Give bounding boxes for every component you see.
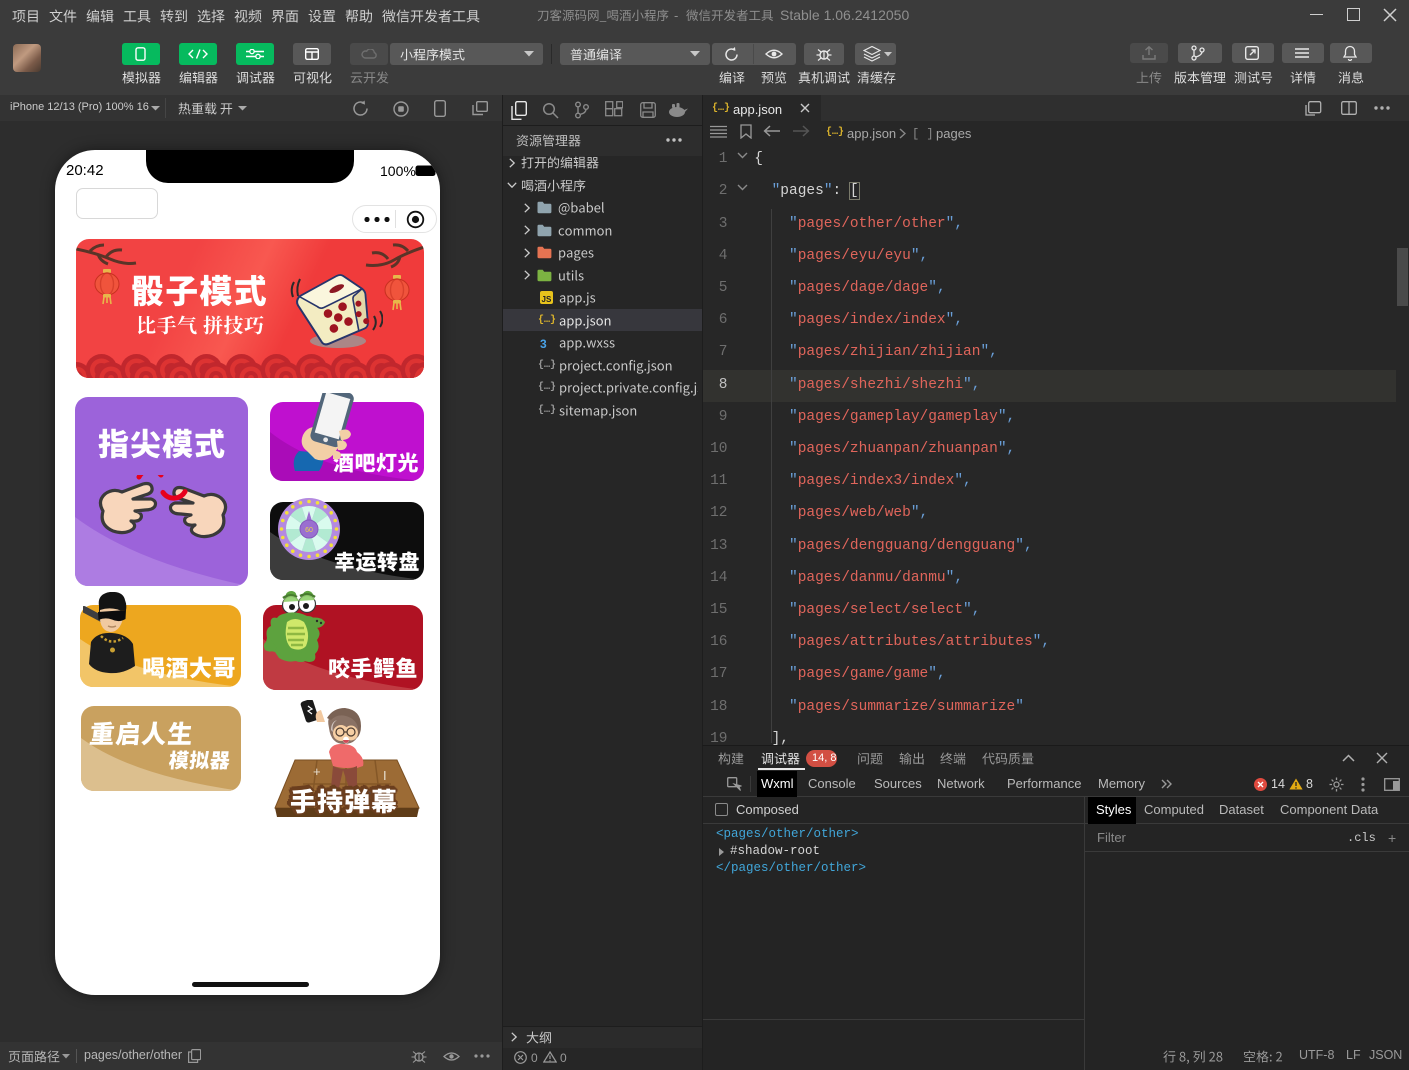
svg-text:60: 60 [305, 527, 313, 534]
svg-text:I: I [383, 768, 387, 783]
svg-text:+: + [313, 764, 321, 779]
